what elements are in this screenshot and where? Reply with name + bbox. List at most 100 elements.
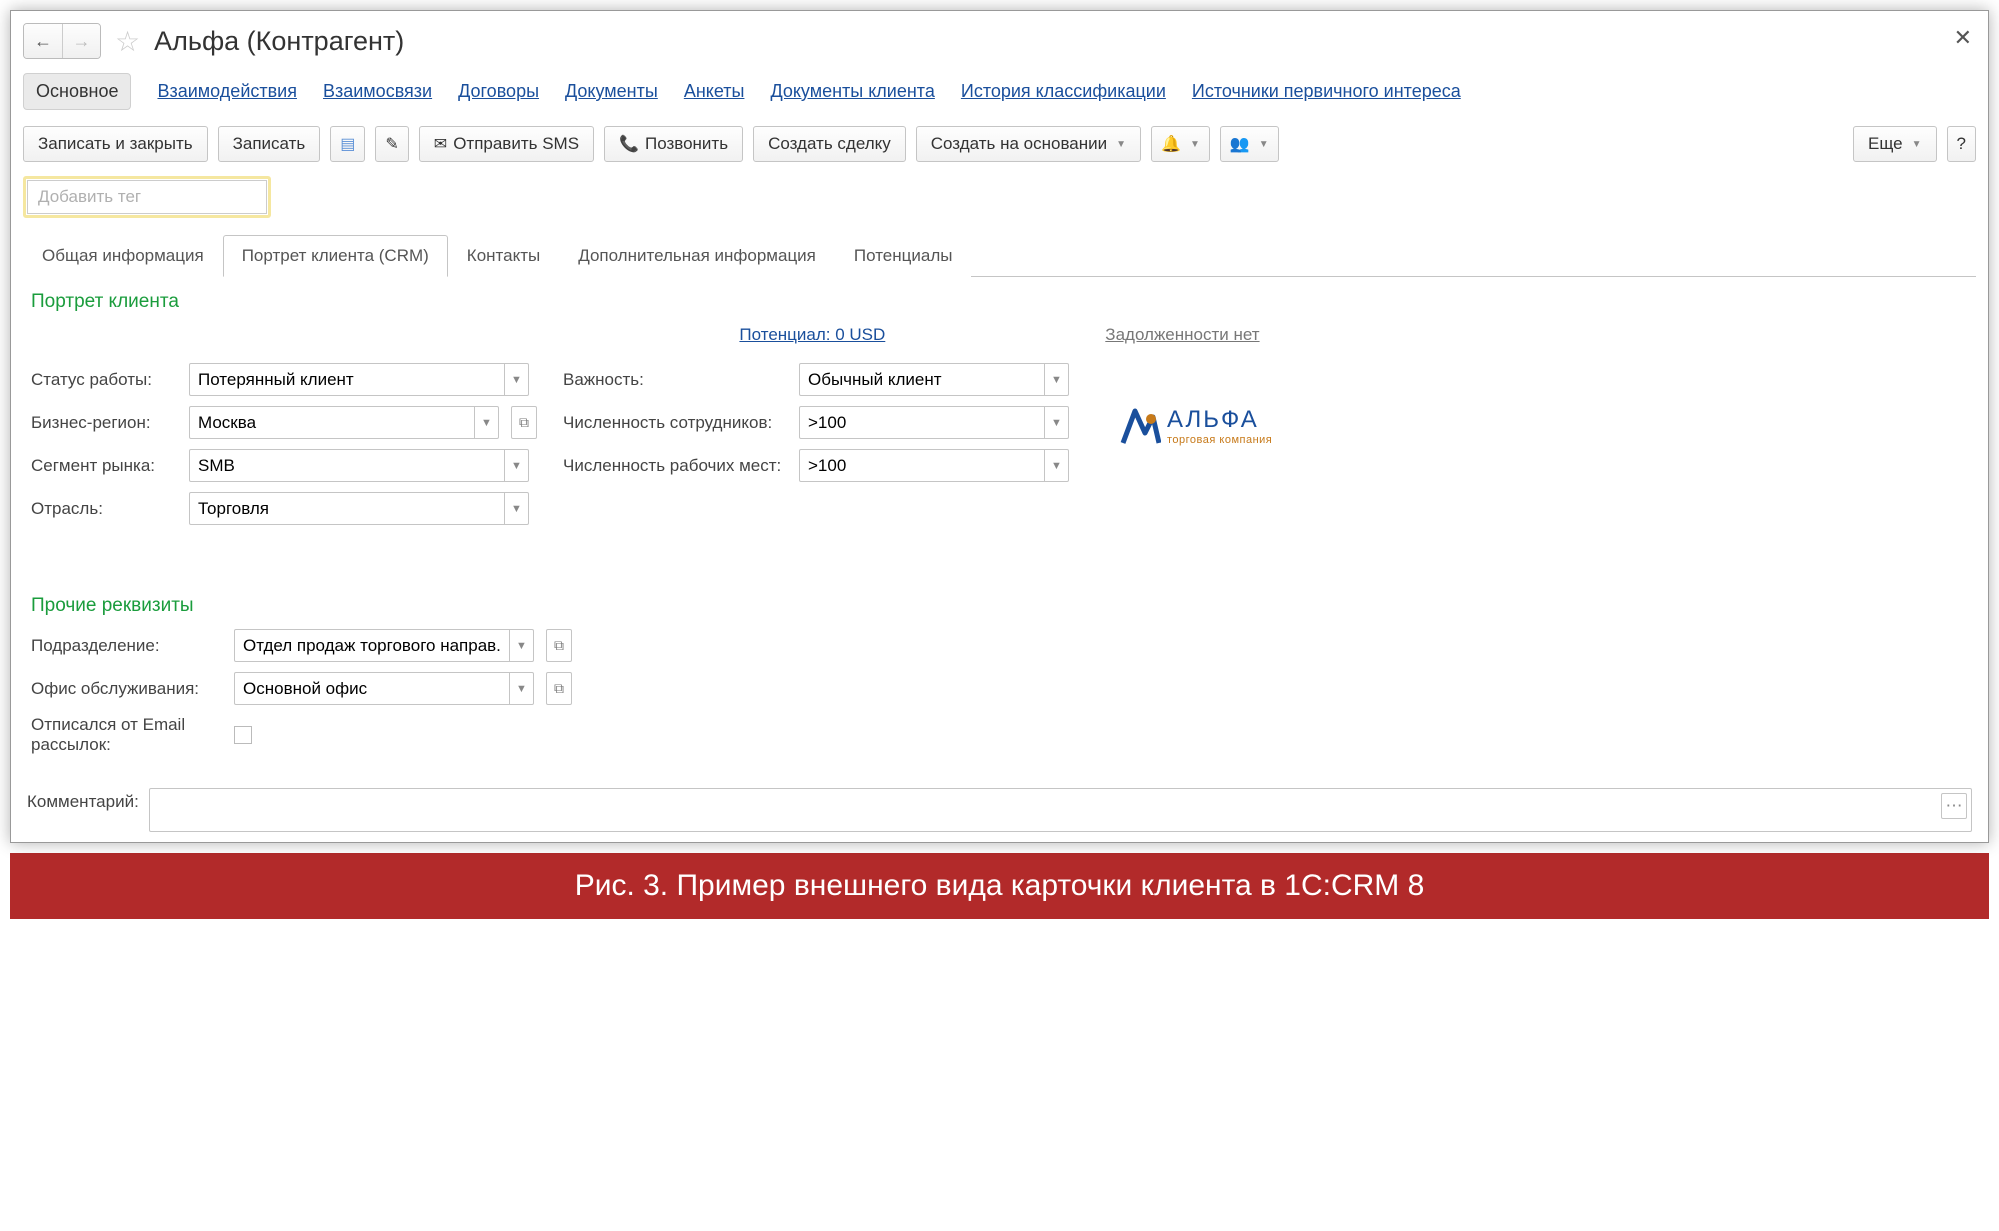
region-value[interactable]	[190, 408, 474, 438]
bell-icon-button[interactable]: 🔔▼	[1151, 126, 1210, 162]
more-label: Еще	[1868, 134, 1903, 154]
dropdown-icon[interactable]: ▼	[509, 630, 533, 661]
forward-button[interactable]: →	[62, 24, 100, 58]
save-button[interactable]: Записать	[218, 126, 321, 162]
edit-icon-button[interactable]: ✎	[375, 126, 408, 162]
create-based-button[interactable]: Создать на основании▼	[916, 126, 1141, 162]
users-icon-button[interactable]: 👥▼	[1220, 126, 1279, 162]
tab-contacts[interactable]: Контакты	[448, 235, 559, 277]
open-icon[interactable]: ⧉	[546, 629, 572, 662]
tab-general[interactable]: Общая информация	[23, 235, 223, 277]
branch-value[interactable]	[190, 494, 504, 524]
send-sms-label: Отправить SMS	[453, 134, 579, 154]
list-icon-button[interactable]: ▤	[330, 126, 365, 162]
dropdown-icon[interactable]: ▼	[504, 450, 528, 481]
back-button[interactable]: ←	[24, 24, 62, 58]
send-sms-button[interactable]: ✉Отправить SMS	[419, 126, 594, 162]
close-icon[interactable]: ✕	[1954, 25, 1972, 51]
other-heading: Прочие реквизиты	[31, 595, 1968, 617]
dropdown-icon[interactable]: ▼	[504, 364, 528, 395]
dept-select[interactable]: ▼	[234, 629, 534, 662]
dropdown-icon[interactable]: ▼	[474, 407, 498, 438]
logo-sub: торговая компания	[1167, 434, 1272, 446]
label-dept: Подразделение:	[31, 636, 226, 656]
dropdown-icon[interactable]: ▼	[504, 493, 528, 524]
dropdown-icon[interactable]: ▼	[1044, 364, 1068, 395]
importance-select[interactable]: ▼	[799, 363, 1069, 396]
workplaces-value[interactable]	[800, 451, 1044, 481]
status-value[interactable]	[190, 365, 504, 395]
nav-contracts[interactable]: Договоры	[458, 81, 539, 102]
label-segment: Сегмент рынка:	[31, 456, 181, 476]
tag-input-wrap	[23, 176, 271, 218]
nav-main[interactable]: Основное	[23, 73, 131, 110]
office-value[interactable]	[235, 674, 509, 704]
label-branch: Отрасль:	[31, 499, 181, 519]
label-region: Бизнес-регион:	[31, 413, 181, 433]
label-status: Статус работы:	[31, 370, 181, 390]
portrait-form: Статус работы: ▼ Бизнес-регион: ▼ ⧉ Сегм…	[31, 363, 1968, 525]
logo-name: АЛЬФА	[1167, 406, 1272, 434]
nav-documents[interactable]: Документы	[565, 81, 658, 102]
employees-select[interactable]: ▼	[799, 406, 1069, 439]
segment-select[interactable]: ▼	[189, 449, 529, 482]
employees-value[interactable]	[800, 408, 1044, 438]
more-button[interactable]: Еще▼	[1853, 126, 1937, 162]
page-title: Альфа (Контрагент)	[154, 26, 404, 57]
workplaces-select[interactable]: ▼	[799, 449, 1069, 482]
titlebar: ← → ☆ Альфа (Контрагент)	[23, 23, 1976, 59]
dropdown-icon[interactable]: ▼	[1044, 407, 1068, 438]
comment-label: Комментарий:	[27, 788, 139, 812]
create-based-label: Создать на основании	[931, 134, 1107, 154]
label-importance: Важность:	[563, 370, 791, 390]
segment-value[interactable]	[190, 451, 504, 481]
dept-value[interactable]	[235, 631, 509, 661]
office-select[interactable]: ▼	[234, 672, 534, 705]
open-icon[interactable]: ⧉	[511, 406, 537, 439]
nav-forms[interactable]: Анкеты	[684, 81, 745, 102]
favorite-star-icon[interactable]: ☆	[115, 25, 140, 58]
dropdown-icon[interactable]: ▼	[1044, 450, 1068, 481]
nav-arrows: ← →	[23, 23, 101, 59]
tag-input[interactable]	[27, 180, 267, 214]
nav-class-history[interactable]: История классификации	[961, 81, 1166, 102]
save-close-button[interactable]: Записать и закрыть	[23, 126, 208, 162]
nav-sources[interactable]: Источники первичного интереса	[1192, 81, 1461, 102]
figure-caption: Рис. 3. Пример внешнего вида карточки кл…	[10, 853, 1989, 919]
importance-value[interactable]	[800, 365, 1044, 395]
call-button[interactable]: 📞Позвонить	[604, 126, 743, 162]
no-debt-link[interactable]: Задолженности нет	[1105, 325, 1259, 345]
label-workplaces: Численность рабочих мест:	[563, 456, 791, 476]
tab-potentials[interactable]: Потенциалы	[835, 235, 972, 277]
comment-input[interactable]: ⋯	[149, 788, 1972, 832]
potential-link[interactable]: Потенциал: 0 USD	[739, 325, 885, 345]
nav-client-docs[interactable]: Документы клиента	[770, 81, 934, 102]
nav-interactions[interactable]: Взаимодействия	[157, 81, 297, 102]
tab-content: Портрет клиента Потенциал: 0 USD Задолже…	[23, 277, 1976, 776]
label-unsub: Отписался от Email рассылок:	[31, 715, 226, 756]
comment-row: Комментарий: ⋯	[23, 776, 1976, 842]
portrait-heading: Портрет клиента	[31, 291, 1968, 313]
call-label: Позвонить	[645, 134, 728, 154]
region-select[interactable]: ▼	[189, 406, 499, 439]
expand-icon[interactable]: ⋯	[1941, 793, 1967, 819]
dropdown-icon[interactable]: ▼	[509, 673, 533, 704]
app-window: ✕ ← → ☆ Альфа (Контрагент) Основное Взаи…	[10, 10, 1989, 843]
open-icon[interactable]: ⧉	[546, 672, 572, 705]
status-select[interactable]: ▼	[189, 363, 529, 396]
other-section: Прочие реквизиты Подразделение: ▼ ⧉ Офис…	[31, 595, 1968, 756]
top-info-row: Потенциал: 0 USD Задолженности нет	[31, 325, 1968, 345]
section-nav: Основное Взаимодействия Взаимосвязи Дого…	[23, 73, 1976, 110]
tab-portrait[interactable]: Портрет клиента (CRM)	[223, 235, 448, 277]
label-employees: Численность сотрудников:	[563, 413, 791, 433]
nav-relations[interactable]: Взаимосвязи	[323, 81, 432, 102]
toolbar: Записать и закрыть Записать ▤ ✎ ✉Отправи…	[23, 126, 1976, 162]
create-deal-button[interactable]: Создать сделку	[753, 126, 906, 162]
branch-select[interactable]: ▼	[189, 492, 529, 525]
help-button[interactable]: ?	[1947, 126, 1976, 162]
client-logo: АЛЬФА торговая компания	[1115, 403, 1272, 449]
logo-mark-icon	[1115, 403, 1161, 449]
tab-additional[interactable]: Дополнительная информация	[559, 235, 835, 277]
tabs: Общая информация Портрет клиента (CRM) К…	[23, 234, 1976, 277]
unsub-checkbox[interactable]	[234, 726, 252, 744]
